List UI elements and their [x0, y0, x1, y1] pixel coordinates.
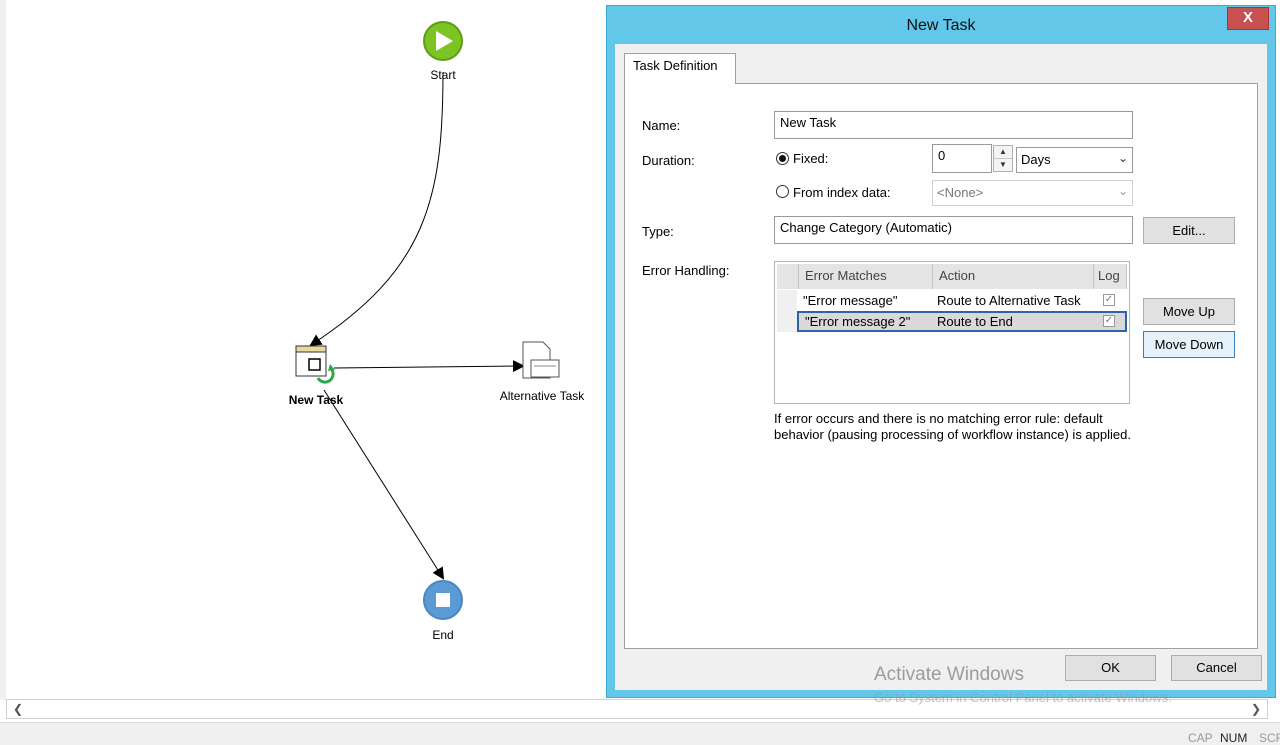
move-up-button[interactable]: Move Up: [1143, 298, 1235, 325]
chevron-down-icon: ⌄: [1117, 184, 1128, 198]
connector-newtask-to-end: [323, 389, 445, 580]
tab-task-definition[interactable]: Task Definition: [624, 53, 736, 84]
error-rules-table[interactable]: Error Matches Action Log "Error message"…: [774, 261, 1130, 404]
index-data-value: <None>: [937, 185, 984, 200]
task-definition-panel: Name: New Task Duration: Fixed: 0 ▲ ▼ Da…: [624, 83, 1258, 649]
start-node-label: Start: [430, 68, 456, 82]
scroll-lock-indicator: SCRL: [1259, 731, 1280, 745]
end-node-label: End: [432, 628, 454, 642]
column-header-action[interactable]: Action: [933, 264, 1094, 289]
workflow-diagram: [295, 21, 560, 620]
cancel-button[interactable]: Cancel: [1171, 655, 1262, 681]
from-index-radio[interactable]: [776, 185, 789, 198]
start-node-icon: [423, 21, 463, 61]
spin-up-icon[interactable]: ▲: [994, 146, 1012, 159]
error-match-cell: "Error message": [803, 293, 898, 308]
fixed-radio[interactable]: [776, 152, 789, 165]
connector-newtask-to-alternative: [333, 360, 525, 373]
alternative-task-label: Alternative Task: [499, 389, 585, 403]
move-down-button[interactable]: Move Down: [1143, 331, 1235, 358]
action-cell: Route to Alternative Task: [937, 293, 1081, 308]
default-behavior-note: If error occurs and there is no matching…: [774, 411, 1131, 442]
fixed-label: Fixed:: [793, 151, 829, 166]
scroll-left-icon[interactable]: ❮: [9, 700, 27, 718]
dialog-title: New Task: [906, 17, 976, 34]
name-input[interactable]: New Task: [774, 111, 1133, 139]
close-button[interactable]: X: [1227, 7, 1269, 30]
column-header-error-matches[interactable]: Error Matches: [799, 264, 933, 289]
table-row-selected[interactable]: "Error message 2" Route to End ✓: [797, 311, 1127, 332]
end-node-icon: [423, 580, 463, 620]
error-match-cell: "Error message 2": [805, 314, 911, 329]
activate-windows-watermark: Activate Windows: [874, 664, 1024, 685]
spin-down-icon[interactable]: ▼: [994, 159, 1012, 171]
name-label: Name:: [642, 118, 681, 133]
column-header-log[interactable]: Log: [1094, 264, 1127, 289]
type-input[interactable]: Change Category (Automatic): [774, 216, 1133, 244]
type-label: Type:: [642, 224, 674, 239]
action-cell: Route to End: [937, 314, 1013, 329]
index-data-select[interactable]: <None> ⌄: [932, 180, 1133, 206]
activate-windows-subtitle: Go to System in Control Panel to activat…: [874, 690, 1172, 705]
row-header[interactable]: [777, 311, 797, 332]
log-checkbox[interactable]: ✓: [1103, 315, 1115, 327]
table-row[interactable]: "Error message" Route to Alternative Tas…: [797, 290, 1127, 311]
connector-start-to-newtask: [309, 71, 444, 347]
caps-lock-indicator: CAP: [1188, 731, 1213, 745]
num-lock-indicator: NUM: [1220, 731, 1248, 745]
task-node-icon: [295, 345, 335, 384]
task-node-label: New Task: [288, 393, 344, 407]
duration-unit-value: Days: [1021, 152, 1051, 167]
from-index-label: From index data:: [793, 185, 891, 200]
duration-spinner[interactable]: ▲ ▼: [993, 145, 1013, 172]
duration-unit-select[interactable]: Days ⌄: [1016, 147, 1133, 173]
chevron-down-icon: ⌄: [1117, 151, 1128, 165]
table-corner: [777, 264, 799, 289]
duration-label: Duration:: [642, 153, 695, 168]
log-checkbox[interactable]: ✓: [1103, 294, 1115, 306]
scroll-right-icon[interactable]: ❯: [1247, 700, 1265, 718]
error-handling-label: Error Handling:: [642, 263, 730, 278]
ok-button[interactable]: OK: [1065, 655, 1156, 681]
row-header[interactable]: [777, 290, 797, 311]
duration-value-input[interactable]: 0: [932, 144, 992, 173]
edit-button[interactable]: Edit...: [1143, 217, 1235, 244]
document-node-icon: [522, 341, 560, 379]
status-bar: CAP NUM SCRL: [0, 722, 1280, 745]
dialog-body: Task Definition Name: New Task Duration:…: [615, 44, 1267, 690]
new-task-dialog: New Task X Task Definition Name: New Tas…: [606, 5, 1276, 698]
